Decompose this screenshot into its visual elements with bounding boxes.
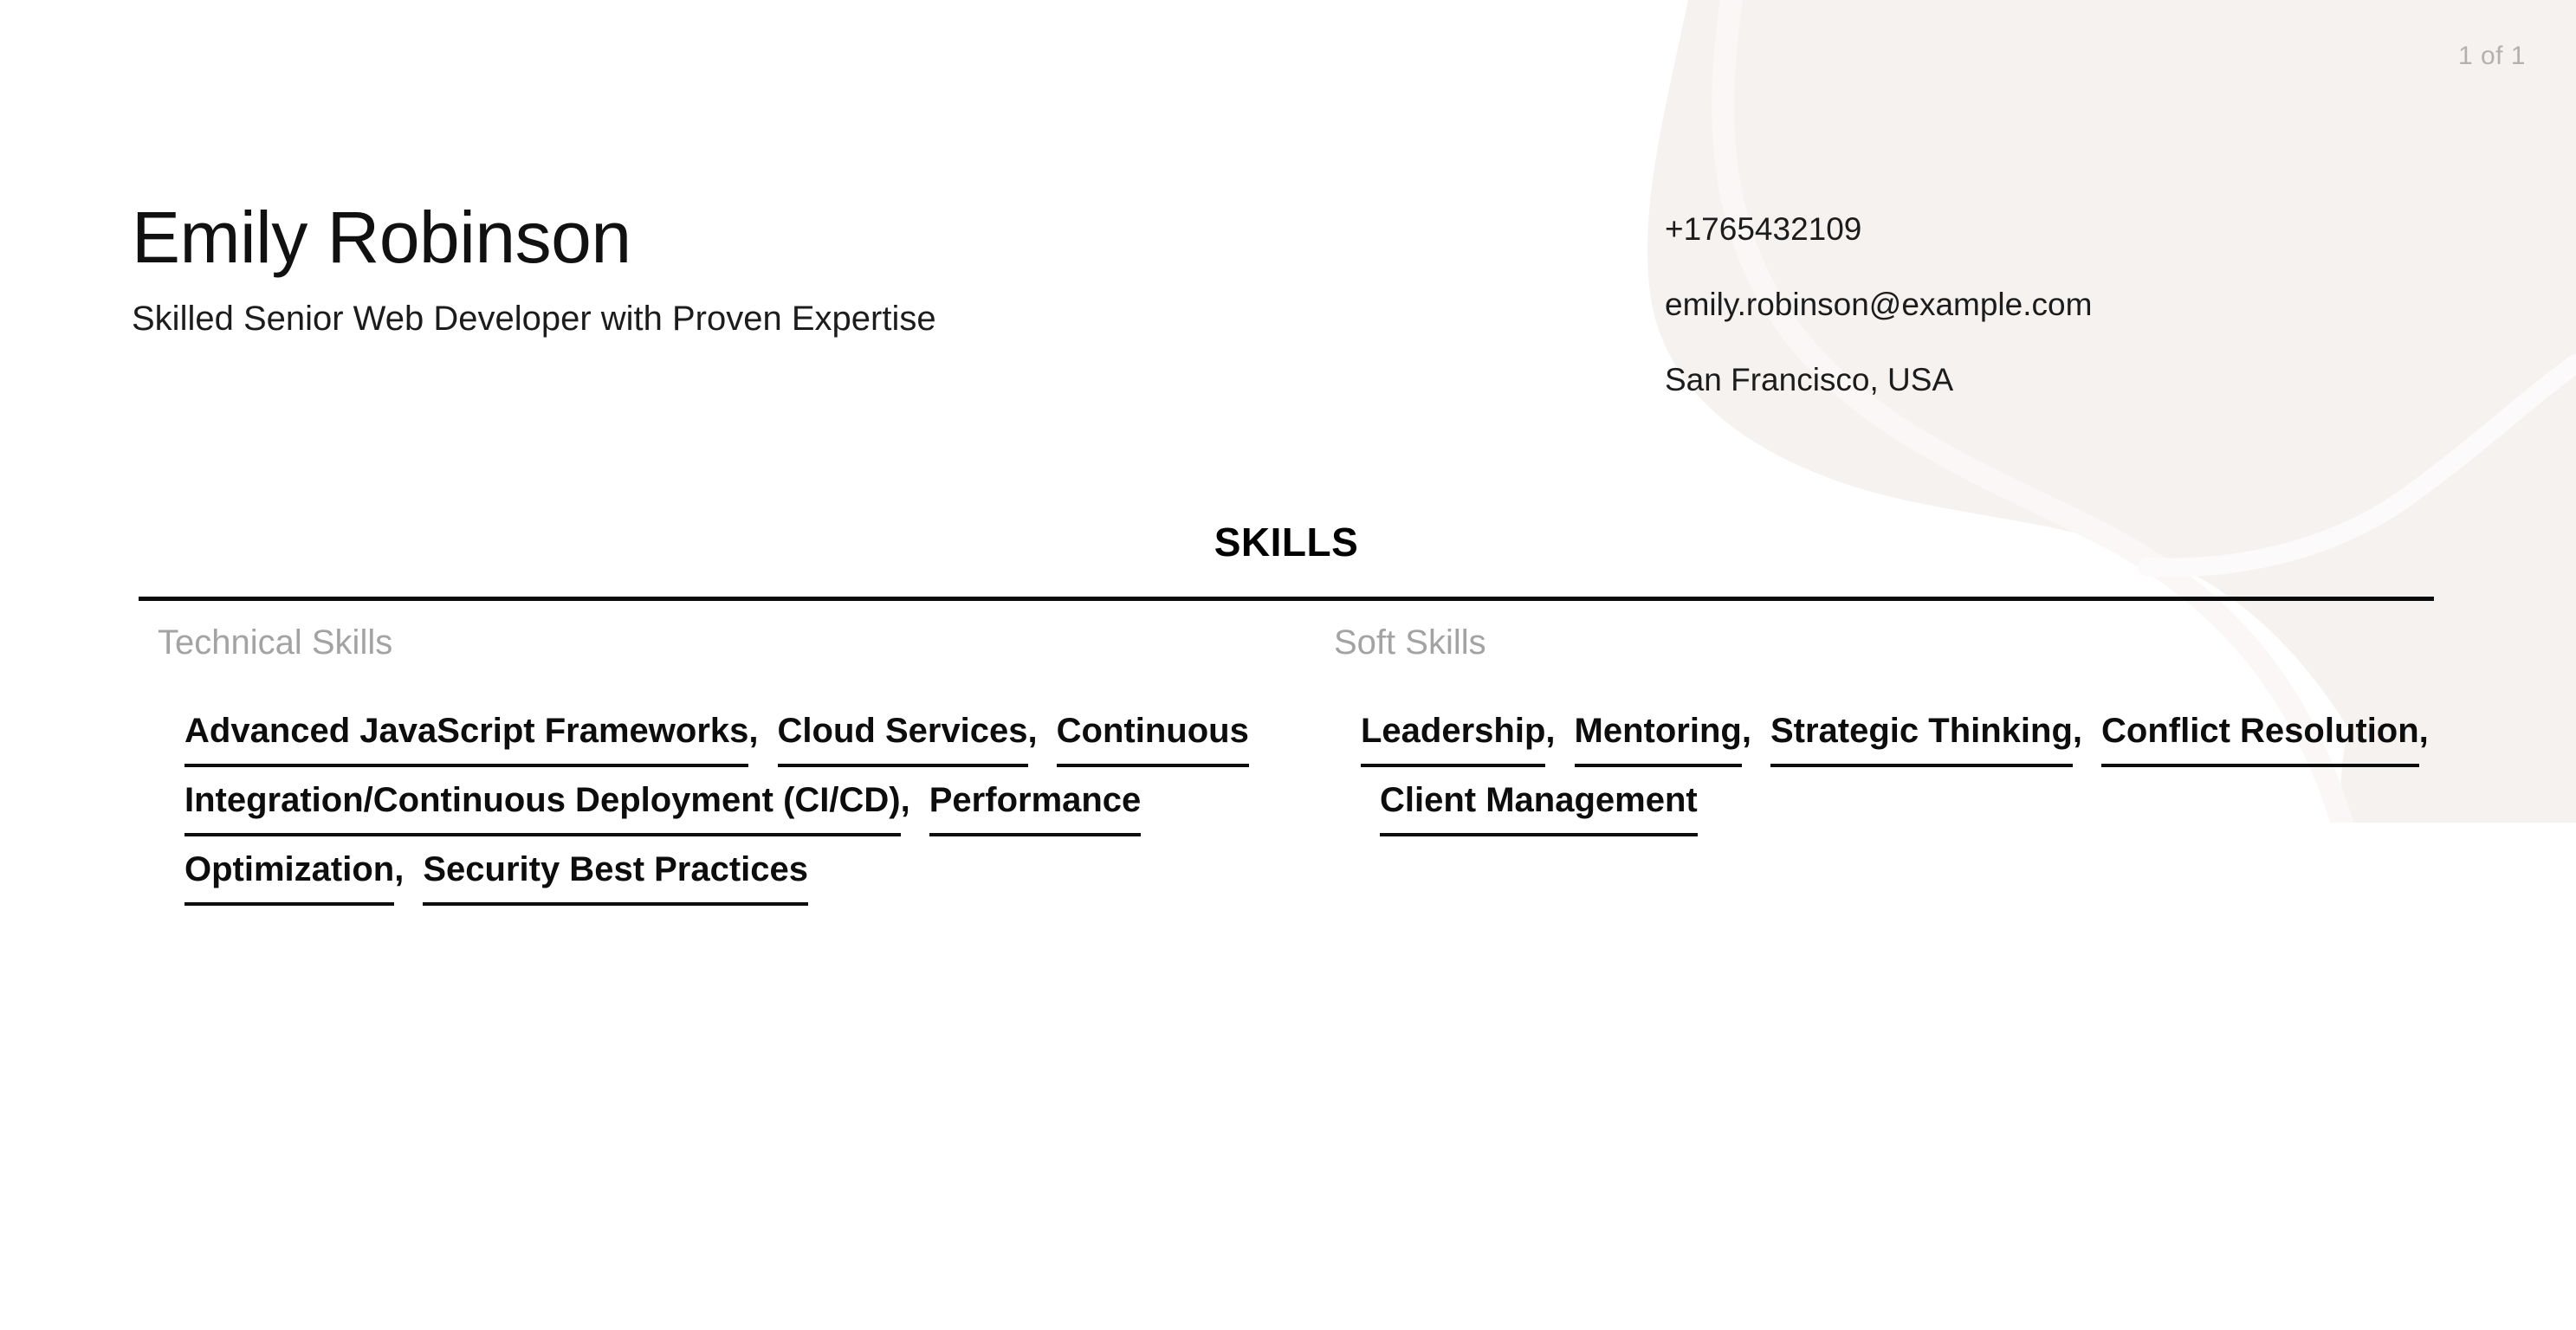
skill-item: Advanced JavaScript Frameworks,: [184, 712, 759, 767]
skills-columns: Technical Skills Advanced JavaScript Fra…: [139, 623, 2434, 906]
skill-item-gap: [1751, 712, 1770, 751]
skill-list-technical: Advanced JavaScript Frameworks, Cloud Se…: [184, 696, 1315, 906]
skill-item-gap: [404, 850, 423, 889]
skill-item-label: Strategic Thinking: [1770, 712, 2073, 767]
skill-item: Strategic Thinking,: [1770, 712, 2082, 767]
skill-item-label: Client Management: [1380, 781, 1698, 836]
section-title-skills: SKILLS: [1214, 520, 1359, 565]
skill-column-label-technical: Technical Skills: [158, 623, 393, 662]
page-indicator: 1 of 1: [2457, 42, 2526, 70]
skill-item: Security Best Practices: [423, 850, 809, 906]
skill-item-separator: ,: [2072, 712, 2083, 750]
skill-item-gap: [759, 712, 778, 751]
contact-location: San Francisco, USA: [1665, 362, 1954, 397]
skill-column-technical: Technical Skills Advanced JavaScript Fra…: [139, 623, 1315, 906]
skill-item-gap: [910, 781, 929, 820]
skill-item-separator: ,: [1741, 712, 1751, 750]
identity-block: Emily Robinson Skilled Senior Web Develo…: [132, 201, 1665, 338]
resume-header: Emily Robinson Skilled Senior Web Develo…: [132, 201, 2444, 396]
skill-item-separator: ,: [1545, 712, 1556, 750]
skill-list-soft: Leadership, Mentoring, Strategic Thinkin…: [1361, 696, 2434, 836]
skill-item-gap: [1038, 712, 1057, 751]
skill-item-gap: [2082, 712, 2101, 751]
candidate-headline: Skilled Senior Web Developer with Proven…: [132, 300, 936, 338]
skill-item-label: Leadership: [1361, 712, 1546, 767]
skill-item-gap: [1556, 712, 1575, 751]
skill-column-soft: Soft Skills Leadership, Mentoring, Strat…: [1315, 625, 2434, 904]
skill-column-label-soft: Soft Skills: [1334, 623, 1486, 662]
skill-item-separator: ,: [900, 781, 910, 819]
skill-item-label: Cloud Services: [777, 712, 1028, 767]
contact-phone: +1765432109: [1665, 211, 1862, 247]
skill-item: Mentoring,: [1574, 712, 1751, 767]
skill-item: Cloud Services,: [777, 712, 1038, 767]
contact-block: +1765432109 emily.robinson@example.com S…: [1665, 201, 2444, 396]
skill-item-label: Advanced JavaScript Frameworks: [184, 712, 749, 767]
skill-item-separator: ,: [1027, 712, 1038, 750]
skill-item-label: Security Best Practices: [423, 850, 809, 906]
skill-item-gap: [1361, 781, 1380, 820]
candidate-name: Emily Robinson: [132, 197, 631, 278]
skill-item-separator: ,: [394, 850, 405, 888]
skill-item-label: Conflict Resolution: [2101, 712, 2419, 767]
section-divider: [139, 597, 2434, 601]
skill-item: Conflict Resolution,: [2101, 712, 2429, 767]
skill-item-separator: ,: [748, 712, 759, 750]
contact-email: emily.robinson@example.com: [1665, 287, 2093, 322]
skill-item-separator: ,: [2418, 712, 2429, 750]
skill-item: Client Management: [1380, 781, 1698, 836]
skills-section: SKILLS Technical Skills Advanced JavaScr…: [139, 520, 2434, 906]
skill-item-label: Mentoring: [1574, 712, 1742, 767]
skill-item: Leadership,: [1361, 712, 1556, 767]
